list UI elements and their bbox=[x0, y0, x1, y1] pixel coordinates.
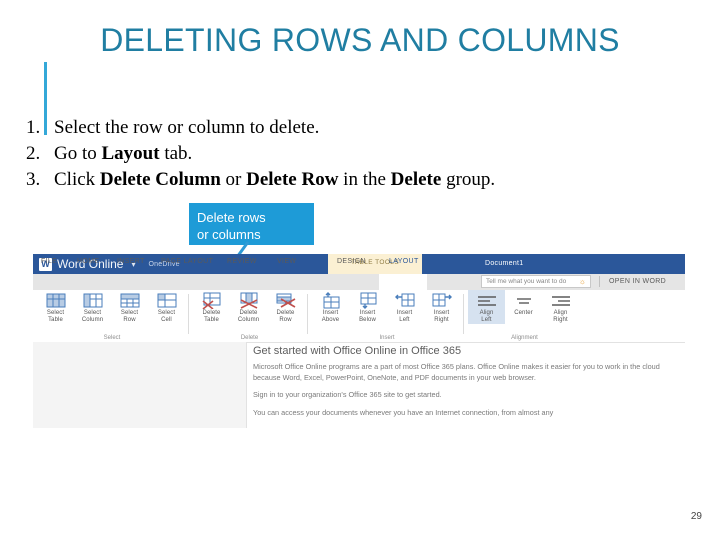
insert-above-icon bbox=[320, 292, 342, 309]
ribbon-group-label-select: Select bbox=[103, 335, 121, 341]
tell-me-placeholder: Tell me what you want to do bbox=[486, 278, 567, 285]
list-item: 1. Select the row or column to delete. bbox=[26, 115, 696, 141]
insert-above-button[interactable]: Insert Above bbox=[312, 290, 349, 324]
step-text: Select the row or column to delete. bbox=[54, 117, 320, 138]
word-online-screenshot: W Word Online ▾ OneDrive TABLE TOOLS Doc… bbox=[33, 254, 685, 429]
divider bbox=[599, 276, 600, 287]
list-item: 3. Click Delete Column or Delete Row in … bbox=[26, 167, 696, 193]
document-canvas[interactable]: Get started with Office Online in Office… bbox=[253, 344, 685, 425]
ribbon: Select Table Select Column Select Row Se… bbox=[33, 290, 685, 343]
insert-below-button[interactable]: Insert Below bbox=[349, 290, 386, 324]
ribbon-divider bbox=[188, 294, 189, 334]
step-number: 3. bbox=[26, 169, 41, 190]
select-table-label: Select Table bbox=[46, 310, 65, 323]
selected-tab-background bbox=[379, 274, 427, 290]
callout-box: Delete rows or columns bbox=[189, 203, 314, 245]
align-left-button[interactable]: Align Left bbox=[468, 290, 505, 324]
step-emphasis: Layout bbox=[101, 143, 160, 164]
page-title: DELETING ROWS AND COLUMNS bbox=[100, 22, 620, 58]
left-pane bbox=[33, 342, 247, 428]
document-paragraph-1: Microsoft Office Online programs are a p… bbox=[253, 362, 660, 382]
align-right-label: Align Right bbox=[553, 310, 568, 323]
tab-home[interactable]: HOME bbox=[77, 258, 99, 265]
ribbon-group-label-delete: Delete bbox=[240, 335, 259, 341]
callout-line-1: Delete rows bbox=[197, 210, 266, 225]
insert-right-icon bbox=[431, 292, 453, 309]
insert-left-button[interactable]: Insert Left bbox=[386, 290, 423, 324]
step-emphasis: Delete bbox=[390, 169, 442, 190]
tab-layout[interactable]: LAYOUT bbox=[389, 258, 419, 265]
open-in-word-button[interactable]: OPEN IN WORD bbox=[609, 278, 666, 285]
select-table-button[interactable]: Select Table bbox=[37, 290, 74, 324]
select-cell-button[interactable]: Select Cell bbox=[148, 290, 185, 324]
ribbon-group-delete: Delete Table Delete Column Delete Row De… bbox=[193, 290, 306, 342]
select-row-button[interactable]: Select Row bbox=[111, 290, 148, 324]
tab-page-layout[interactable]: PAGE LAYOUT bbox=[161, 258, 213, 265]
tab-design[interactable]: DESIGN bbox=[337, 258, 366, 265]
ribbon-group-insert: Insert Above Insert Below Insert Left In… bbox=[312, 290, 462, 342]
tab-insert[interactable]: INSERT bbox=[117, 258, 145, 265]
ribbon-divider bbox=[463, 294, 464, 334]
align-left-icon bbox=[476, 292, 498, 309]
select-column-button[interactable]: Select Column bbox=[74, 290, 111, 324]
tab-view[interactable]: VIEW bbox=[277, 258, 296, 265]
steps-list: 1. Select the row or column to delete. 2… bbox=[26, 115, 696, 193]
list-item: 2. Go to Layout tab. bbox=[26, 141, 696, 167]
tab-review[interactable]: REVIEW bbox=[227, 258, 257, 265]
step-number: 2. bbox=[26, 143, 41, 164]
align-right-button[interactable]: Align Right bbox=[542, 290, 579, 324]
app-brand[interactable]: W Word Online ▾ OneDrive bbox=[39, 257, 180, 271]
delete-column-button[interactable]: Delete Column bbox=[230, 290, 267, 324]
delete-table-icon bbox=[201, 292, 223, 310]
align-center-icon bbox=[513, 292, 535, 309]
ribbon-divider bbox=[307, 294, 308, 334]
ribbon-group-label-insert: Insert bbox=[379, 335, 395, 341]
select-row-label: Select Row bbox=[120, 310, 139, 323]
insert-left-label: Insert Left bbox=[396, 310, 413, 323]
insert-below-icon bbox=[357, 292, 379, 309]
ribbon-group-alignment: Align Left Center Align Right Alignment bbox=[468, 290, 581, 342]
insert-left-icon bbox=[394, 292, 416, 309]
document-paragraph-3: You can access your documents whenever y… bbox=[253, 407, 554, 417]
step-emphasis: Delete Column bbox=[99, 169, 221, 190]
document-heading: Get started with Office Online in Office… bbox=[253, 345, 462, 357]
select-cell-label: Select Cell bbox=[157, 310, 176, 323]
lightbulb-icon: ☼ bbox=[578, 277, 586, 286]
insert-right-button[interactable]: Insert Right bbox=[423, 290, 460, 324]
step-text: Click Delete Column or Delete Row in the… bbox=[54, 169, 496, 190]
delete-row-icon bbox=[275, 292, 297, 309]
select-row-icon bbox=[119, 292, 141, 309]
align-center-button[interactable]: Center bbox=[505, 290, 542, 317]
page-number: 29 bbox=[690, 511, 702, 522]
step-number: 1. bbox=[26, 117, 41, 138]
insert-below-label: Insert Below bbox=[359, 310, 376, 323]
tell-me-input[interactable]: Tell me what you want to do ☼ bbox=[481, 275, 591, 288]
callout-line-2: or columns bbox=[197, 227, 261, 242]
select-column-label: Select Column bbox=[81, 310, 104, 323]
ribbon-group-select: Select Table Select Column Select Row Se… bbox=[37, 290, 187, 342]
delete-table-button[interactable]: Delete Table bbox=[193, 290, 230, 324]
align-center-label: Center bbox=[514, 310, 533, 316]
delete-row-button[interactable]: Delete Row bbox=[267, 290, 304, 324]
select-column-icon bbox=[82, 292, 104, 309]
select-table-icon bbox=[45, 292, 67, 309]
delete-column-icon bbox=[238, 292, 260, 309]
align-left-label: Align Left bbox=[479, 310, 494, 323]
step-text: Go to Layout tab. bbox=[54, 143, 193, 164]
select-cell-icon bbox=[156, 292, 178, 309]
step-emphasis: Delete Row bbox=[246, 169, 339, 190]
document-paragraph-2: Sign in to your organization's Office 36… bbox=[253, 390, 442, 399]
delete-column-label: Delete Column bbox=[237, 310, 260, 323]
delete-row-label: Delete Row bbox=[276, 310, 295, 323]
tab-file[interactable]: FILE bbox=[41, 258, 57, 265]
align-right-icon bbox=[550, 292, 572, 309]
document-title: Document1 bbox=[485, 260, 524, 267]
insert-right-label: Insert Right bbox=[433, 310, 450, 323]
insert-above-label: Insert Above bbox=[321, 310, 340, 323]
ribbon-group-label-alignment: Alignment bbox=[511, 335, 538, 341]
delete-table-label: Delete Table bbox=[202, 310, 221, 323]
